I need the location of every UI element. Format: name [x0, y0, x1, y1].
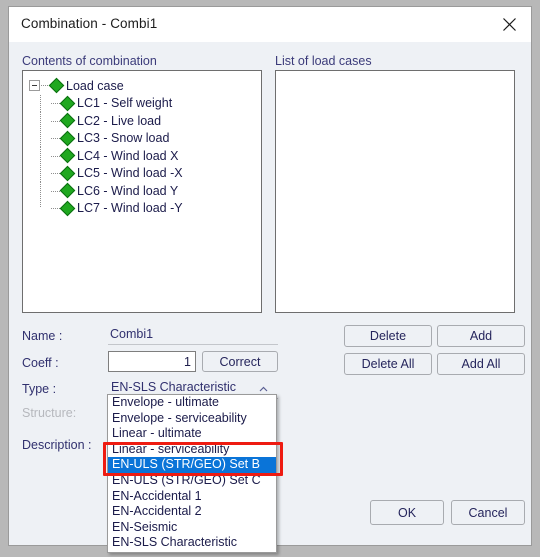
load-case-tree: Load case LC1 - Self weight LC2 - Live l…: [29, 77, 259, 217]
load-case-icon: [59, 130, 76, 147]
dropdown-option[interactable]: EN-Accidental 1: [108, 489, 276, 505]
name-label: Name :: [22, 329, 63, 343]
tree-indent: [29, 182, 51, 200]
dropdown-option[interactable]: EN-Accidental 2: [108, 504, 276, 520]
tree-indent: [29, 129, 51, 148]
add-all-button[interactable]: Add All: [437, 353, 525, 375]
dropdown-option[interactable]: EN-Seismic: [108, 520, 276, 536]
tree-row[interactable]: LC4 - Wind load X: [29, 147, 259, 165]
dropdown-option[interactable]: EN-SLS Characteristic: [108, 535, 276, 551]
tree-row[interactable]: LC5 - Wind load -X: [29, 164, 259, 183]
type-selected-value: EN-SLS Characteristic: [111, 380, 237, 394]
load-case-icon: [59, 147, 76, 164]
tree-indent: [29, 164, 51, 183]
tree-item-label: LC1 - Self weight: [77, 96, 173, 111]
tree-indent: [29, 199, 51, 218]
contents-of-combination-label: Contents of combination: [22, 54, 157, 68]
contents-of-combination-tree-panel[interactable]: Load case LC1 - Self weight LC2 - Live l…: [22, 70, 262, 313]
collapse-icon[interactable]: [29, 80, 40, 92]
load-case-icon: [59, 95, 76, 112]
dropdown-option[interactable]: Linear - serviceability: [108, 442, 276, 458]
tree-row[interactable]: LC2 - Live load: [29, 112, 259, 130]
dropdown-option-selected[interactable]: EN-ULS (STR/GEO) Set B: [108, 457, 276, 473]
dialog-title: Combination - Combi1: [21, 16, 158, 31]
ok-button[interactable]: OK: [370, 500, 444, 525]
tree-row[interactable]: LC1 - Self weight: [29, 94, 259, 113]
tree-indent: [29, 94, 51, 113]
tree-item-label: LC3 - Snow load: [77, 131, 170, 146]
load-case-icon: [59, 165, 76, 182]
tree-root-label: Load case: [66, 78, 124, 93]
list-of-load-cases-panel[interactable]: [275, 70, 515, 313]
tree-item-label: LC2 - Live load: [77, 113, 162, 128]
delete-all-button[interactable]: Delete All: [344, 353, 432, 375]
close-glyph: [502, 18, 516, 31]
tree-indent: [29, 112, 51, 130]
list-of-load-cases-label: List of load cases: [275, 54, 372, 68]
dropdown-option[interactable]: Linear - ultimate: [108, 426, 276, 442]
screen: Combination - Combi1 Contents of combina…: [0, 0, 540, 557]
tree-row[interactable]: LC3 - Snow load: [29, 129, 259, 148]
delete-button[interactable]: Delete: [344, 325, 432, 347]
tree-item-label: LC5 - Wind load -X: [77, 166, 183, 181]
description-label: Description :: [22, 438, 92, 452]
dropdown-option[interactable]: EN-SLS Frequent: [108, 551, 276, 552]
tree-item-label: LC7 - Wind load -Y: [77, 201, 183, 216]
structure-label: Structure:: [22, 406, 77, 420]
load-case-icon: [59, 112, 76, 129]
tree-row[interactable]: LC6 - Wind load Y: [29, 182, 259, 200]
combination-dialog: Combination - Combi1 Contents of combina…: [8, 6, 532, 553]
correct-button[interactable]: Correct: [202, 351, 278, 372]
tree-item-label: LC4 - Wind load X: [77, 148, 179, 163]
tree-row-root[interactable]: Load case: [29, 77, 259, 95]
dropdown-option[interactable]: Envelope - serviceability: [108, 411, 276, 427]
dropdown-option[interactable]: Envelope - ultimate: [108, 395, 276, 411]
tree-row[interactable]: LC7 - Wind load -Y: [29, 199, 259, 218]
dialog-body: Contents of combination List of load cas…: [9, 42, 531, 553]
type-dropdown-list[interactable]: Envelope - ultimate Envelope - serviceab…: [107, 394, 277, 553]
tree-item-label: LC6 - Wind load Y: [77, 183, 179, 198]
type-label: Type :: [22, 382, 57, 396]
coeff-input[interactable]: 1: [108, 351, 196, 372]
load-case-node-icon: [48, 77, 65, 94]
name-value: Combi1: [108, 327, 278, 345]
tree-indent: [29, 147, 51, 165]
dropdown-option[interactable]: EN-ULS (STR/GEO) Set C: [108, 473, 276, 489]
close-icon[interactable]: [487, 7, 531, 42]
coeff-label: Coeff :: [22, 356, 59, 370]
chevron-up-icon: [259, 386, 268, 392]
add-button[interactable]: Add: [437, 325, 525, 347]
load-case-icon: [59, 182, 76, 199]
cancel-button[interactable]: Cancel: [451, 500, 525, 525]
title-bar: Combination - Combi1: [9, 7, 531, 42]
load-case-icon: [59, 200, 76, 217]
